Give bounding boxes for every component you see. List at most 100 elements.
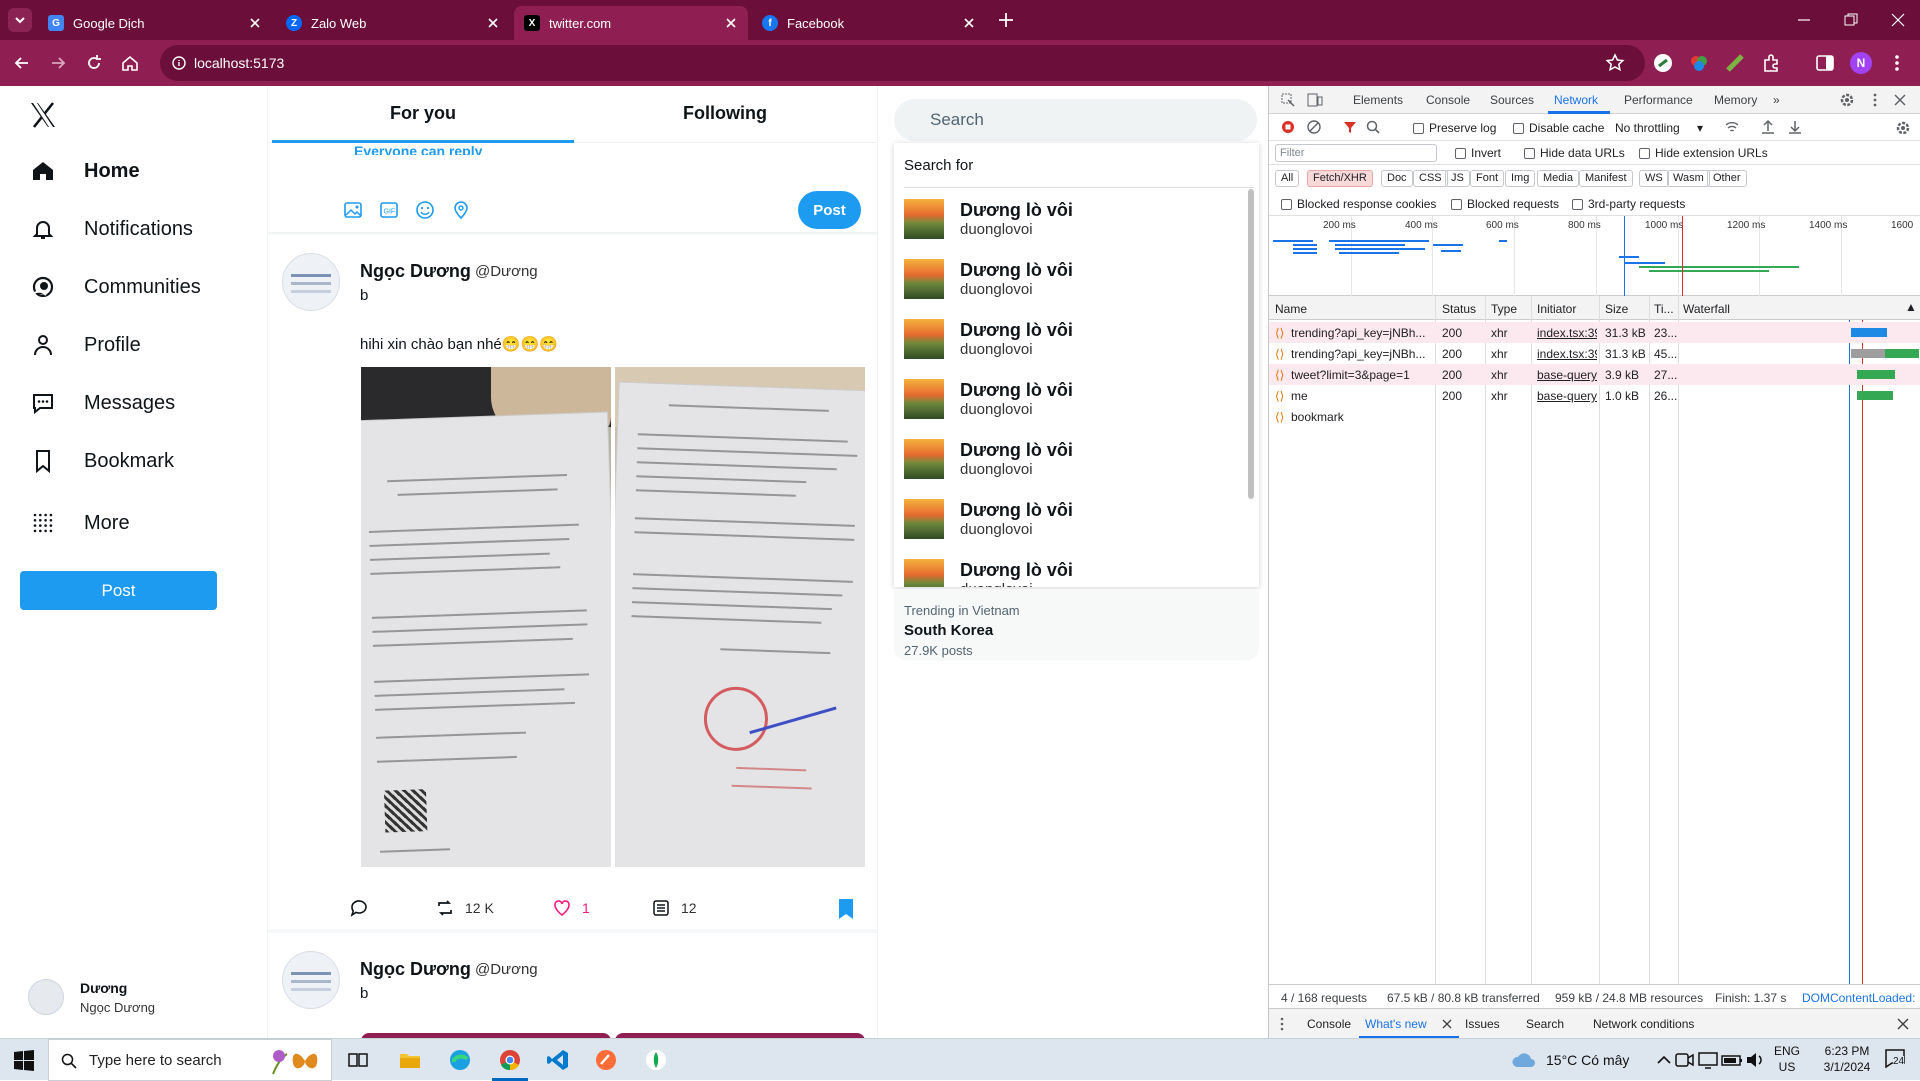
sidebar-item-messages[interactable]: Messages — [30, 390, 175, 416]
close-icon[interactable] — [248, 16, 262, 30]
filter-chip-other[interactable]: Other — [1707, 170, 1747, 187]
sort-up-icon[interactable]: ▲ — [1905, 300, 1917, 314]
search-icon[interactable] — [1366, 120, 1380, 134]
blocked-requests-checkbox[interactable]: Blocked requests — [1451, 197, 1559, 211]
hide-extension-urls-checkbox[interactable]: Hide extension URLs — [1639, 146, 1768, 160]
x-logo-icon[interactable] — [28, 100, 58, 130]
filter-chip-fetch-xhr[interactable]: Fetch/XHR — [1307, 170, 1373, 187]
search-result-item[interactable]: Dương lò vôiduonglovoi — [904, 369, 1073, 429]
input-language[interactable]: ENG US — [1770, 1043, 1804, 1075]
search-result-item[interactable]: Dương lò vôiduonglovoi — [904, 429, 1073, 489]
request-initiator-link[interactable]: index.tsx:39 — [1537, 326, 1597, 340]
tab-google-dich[interactable]: G Google Dịch — [38, 6, 272, 40]
extension-tool-icon[interactable] — [1724, 52, 1746, 74]
sidebar-item-communities[interactable]: Communities — [30, 274, 201, 300]
tweet[interactable]: Ngọc Dương @Dương b — [268, 933, 877, 1038]
drawer-tab-whats-new[interactable]: What's new — [1365, 1017, 1427, 1031]
tab-search-button[interactable] — [8, 8, 32, 32]
extension-color-icon[interactable] — [1688, 52, 1710, 74]
extensions-puzzle-icon[interactable] — [1760, 52, 1782, 74]
reply-permission[interactable]: Everyone can reply — [354, 143, 482, 155]
tweet-author-name[interactable]: Ngọc Dương — [360, 959, 471, 980]
drawer-tab-issues[interactable]: Issues — [1465, 1017, 1500, 1031]
compose-post-button[interactable]: Post — [798, 191, 861, 229]
battery-icon[interactable] — [1720, 1048, 1744, 1072]
request-row[interactable]: ⟨⟩ bookmark — [1269, 406, 1920, 427]
invert-checkbox[interactable]: Invert — [1455, 146, 1501, 160]
avatar[interactable] — [282, 253, 340, 311]
weather-text[interactable]: 15°C Có mây — [1546, 1052, 1629, 1068]
network-settings-gear-icon[interactable] — [1895, 120, 1911, 136]
extension-1-icon[interactable] — [1652, 52, 1674, 74]
devtools-tab-elements[interactable]: Elements — [1353, 93, 1403, 107]
drawer-tab-console[interactable]: Console — [1307, 1017, 1351, 1031]
reload-icon[interactable] — [84, 53, 104, 73]
column-size[interactable]: Size — [1605, 302, 1628, 316]
restore-icon[interactable] — [1843, 12, 1859, 28]
request-initiator-link[interactable]: index.tsx:39 — [1537, 347, 1597, 361]
column-type[interactable]: Type — [1491, 302, 1517, 316]
column-time[interactable]: Ti... — [1654, 302, 1674, 316]
reply-button[interactable] — [349, 898, 369, 918]
weather-cloud-icon[interactable] — [1510, 1048, 1540, 1072]
filter-chip-doc[interactable]: Doc — [1381, 170, 1413, 187]
column-name[interactable]: Name — [1275, 302, 1307, 316]
clock[interactable]: 6:23 PM 3/1/2024 — [1812, 1043, 1882, 1075]
filter-chip-media[interactable]: Media — [1537, 170, 1579, 187]
sidebar-item-bookmark[interactable]: Bookmark — [30, 448, 174, 474]
request-row[interactable]: ⟨⟩ tweet?limit=3&page=1 200 xhr base-que… — [1269, 364, 1920, 385]
column-initiator[interactable]: Initiator — [1537, 302, 1576, 316]
task-view-icon[interactable] — [346, 1048, 370, 1072]
search-result-item[interactable]: Dương lò vôiduonglovoi — [904, 309, 1073, 369]
tab-zalo[interactable]: Z Zalo Web — [276, 6, 510, 40]
filter-chip-font[interactable]: Font — [1470, 170, 1505, 187]
sidebar-item-notifications[interactable]: Notifications — [30, 216, 193, 242]
back-arrow-icon[interactable] — [12, 53, 32, 73]
like-button[interactable]: 1 — [552, 898, 590, 918]
third-party-requests-checkbox[interactable]: 3rd-party requests — [1572, 197, 1685, 211]
throttling-select[interactable]: No throttling ▾ — [1615, 121, 1703, 135]
more-tabs-chevron-icon[interactable]: » — [1773, 93, 1780, 107]
drawer-tab-search[interactable]: Search — [1526, 1017, 1564, 1031]
window-close-icon[interactable] — [1890, 12, 1906, 28]
filter-funnel-icon[interactable] — [1343, 120, 1357, 134]
devtools-tab-network[interactable]: Network — [1554, 93, 1598, 107]
close-icon[interactable] — [962, 16, 976, 30]
network-icon[interactable] — [1696, 1048, 1720, 1072]
sidebar-post-button[interactable]: Post — [20, 571, 217, 610]
hide-data-urls-checkbox[interactable]: Hide data URLs — [1524, 146, 1625, 160]
taskbar-search-input[interactable]: Type here to search — [48, 1039, 332, 1081]
record-stop-icon[interactable] — [1281, 120, 1295, 134]
profile-avatar[interactable]: N — [1850, 52, 1872, 74]
column-status[interactable]: Status — [1442, 302, 1476, 316]
export-har-download-icon[interactable] — [1788, 119, 1802, 135]
clear-icon[interactable] — [1307, 120, 1321, 134]
vscode-icon[interactable] — [546, 1048, 570, 1072]
tab-facebook[interactable]: f Facebook — [752, 6, 986, 40]
preserve-log-checkbox[interactable]: Preserve log — [1413, 121, 1496, 135]
blocked-response-cookies-checkbox[interactable]: Blocked response cookies — [1281, 197, 1436, 211]
gif-icon[interactable]: GIF — [379, 200, 399, 220]
retweet-button[interactable]: 12 K — [435, 898, 494, 918]
close-drawer-icon[interactable] — [1897, 1018, 1909, 1030]
close-icon[interactable] — [486, 16, 500, 30]
notification-center-button[interactable]: 24 — [1884, 1047, 1912, 1073]
side-panel-icon[interactable] — [1814, 52, 1836, 74]
devtools-tab-sources[interactable]: Sources — [1490, 93, 1534, 107]
tweet-image-2[interactable] — [615, 367, 865, 867]
inspect-element-icon[interactable] — [1281, 93, 1295, 107]
request-initiator-link[interactable]: base-query... — [1537, 368, 1597, 382]
device-toolbar-icon[interactable] — [1307, 93, 1323, 107]
postman-icon[interactable] — [594, 1048, 618, 1072]
new-tab-plus-icon[interactable] — [996, 10, 1016, 30]
network-conditions-wifi-icon[interactable] — [1724, 120, 1740, 134]
close-icon[interactable] — [1442, 1019, 1452, 1029]
filter-input[interactable]: Filter — [1275, 144, 1437, 162]
network-overview-timeline[interactable]: 200 ms 400 ms 600 ms 800 ms 1000 ms 1200… — [1269, 216, 1920, 296]
request-row[interactable]: ⟨⟩ me 200 xhr base-query... 1.0 kB 26... — [1269, 385, 1920, 406]
edge-browser-icon[interactable] — [448, 1048, 472, 1072]
filter-chip-img[interactable]: Img — [1505, 170, 1536, 187]
meet-now-icon[interactable] — [1672, 1048, 1696, 1072]
minimize-icon[interactable] — [1796, 12, 1812, 28]
tab-following[interactable]: Following — [574, 103, 876, 124]
